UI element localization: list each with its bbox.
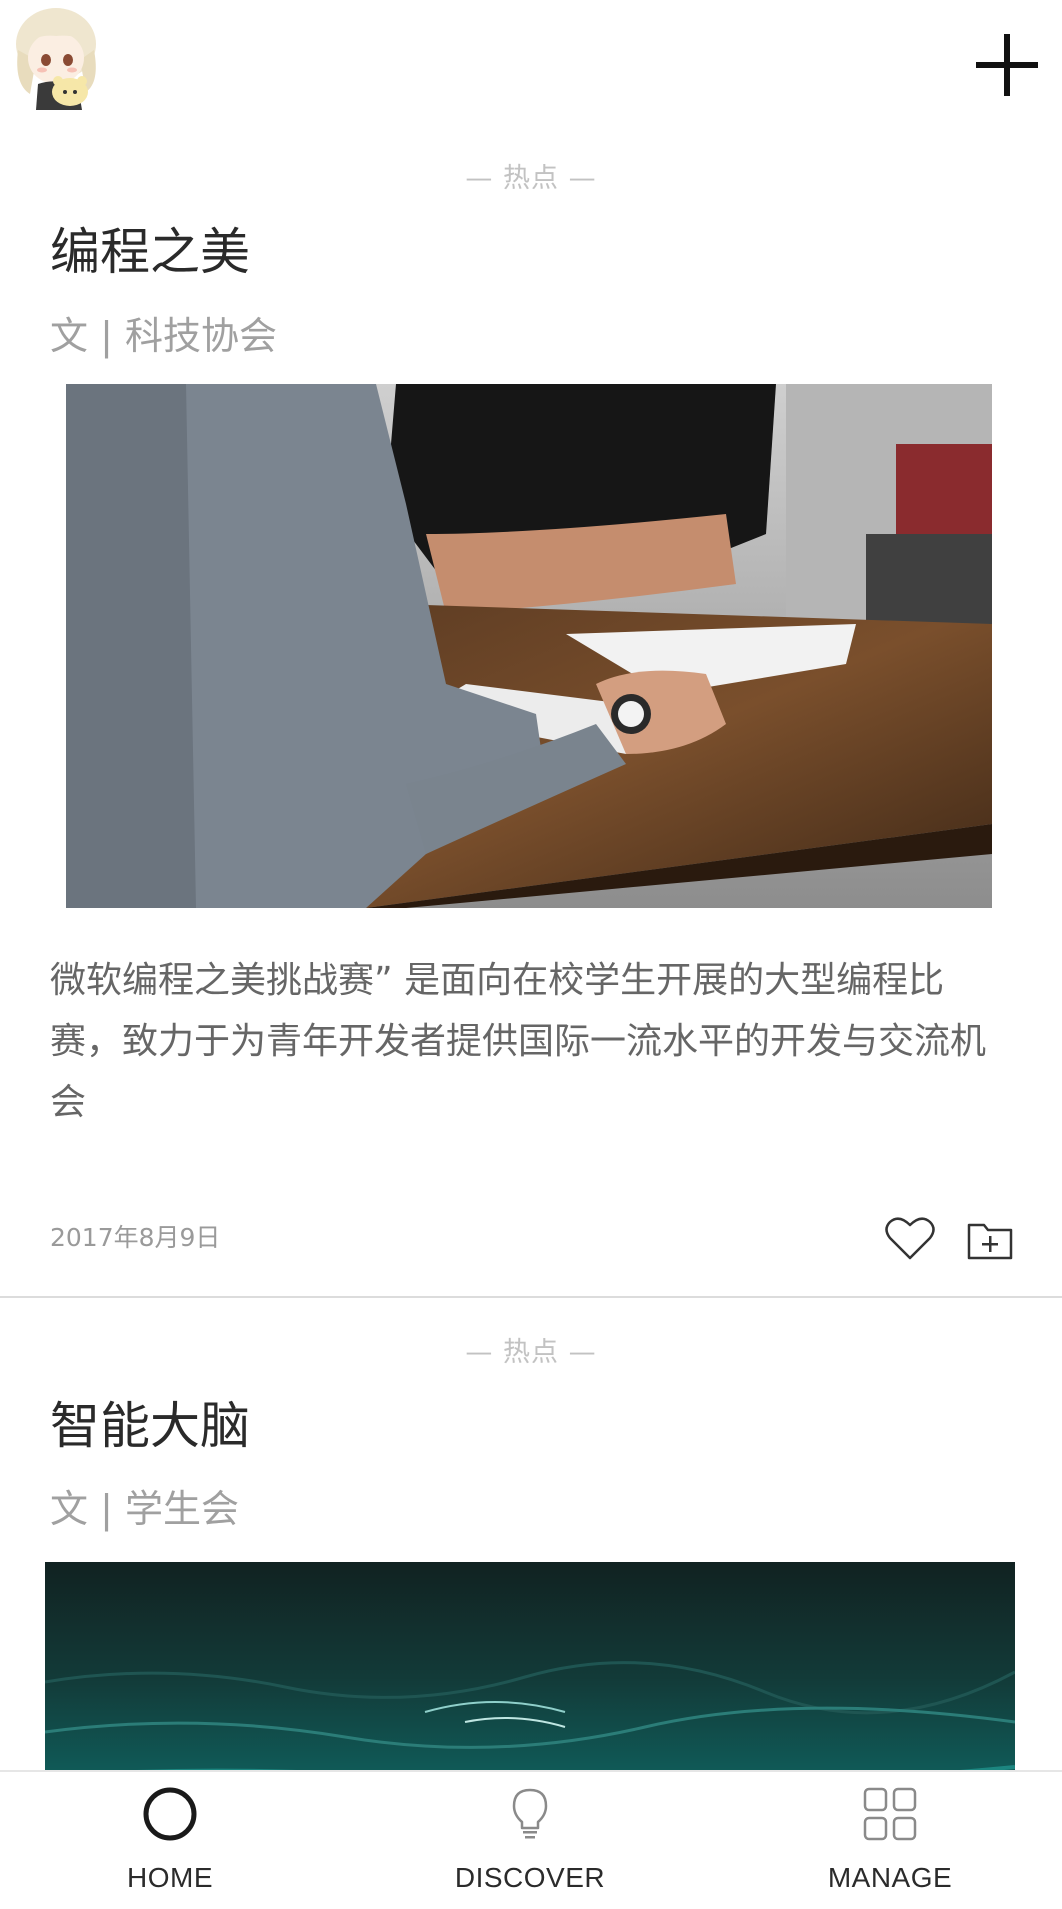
heart-icon: [885, 1217, 935, 1260]
article-image[interactable]: [66, 384, 992, 908]
bottom-tab-bar: HOME DISCOVER MANAGE: [0, 1770, 1062, 1909]
tab-discover[interactable]: DISCOVER: [430, 1772, 630, 1909]
tab-label: DISCOVER: [454, 1862, 606, 1893]
article-author: 文 | 科技协会: [50, 314, 277, 358]
save-button[interactable]: [962, 1212, 1018, 1268]
circle-icon: [143, 1787, 197, 1841]
article-date: 2017年8月9日: [50, 1223, 221, 1252]
article-feed: — 热点 — 编程之美 文 | 科技协会 微软编程之美挑战赛” 是面向在校学生开…: [0, 120, 1062, 1770]
grid-icon: [863, 1787, 917, 1841]
article-author: 文 | 学生会: [50, 1487, 239, 1531]
tab-label: MANAGE: [827, 1862, 953, 1893]
article-description: 微软编程之美挑战赛” 是面向在校学生开展的大型编程比赛，致力于为青年开发者提供国…: [50, 960, 987, 1123]
plus-icon: [976, 34, 1038, 96]
ocean-water-photo-icon: [45, 1562, 1015, 1770]
tab-manage[interactable]: MANAGE: [790, 1772, 990, 1909]
article-card[interactable]: — 热点 — 智能大脑 文 | 学生会: [0, 1298, 1062, 1770]
article-card[interactable]: — 热点 — 编程之美 文 | 科技协会 微软编程之美挑战赛” 是面向在校学生开…: [0, 120, 1062, 1298]
top-bar: [0, 0, 1062, 120]
article-title[interactable]: 智能大脑: [50, 1386, 250, 1458]
article-title[interactable]: 编程之美: [50, 212, 250, 284]
tab-home[interactable]: HOME: [70, 1772, 270, 1909]
anime-avatar-icon: [16, 8, 96, 110]
avatar[interactable]: [8, 4, 108, 110]
folder-add-icon: [967, 1223, 1013, 1260]
article-image[interactable]: [45, 1562, 1015, 1770]
like-button[interactable]: [882, 1210, 938, 1266]
tab-label: HOME: [127, 1862, 213, 1893]
hot-tag: — 热点 —: [465, 1337, 597, 1368]
hot-tag: — 热点 —: [465, 163, 597, 194]
add-button[interactable]: [964, 22, 1050, 108]
lightbulb-icon: [512, 1788, 548, 1839]
office-meeting-photo-icon: [66, 384, 992, 908]
